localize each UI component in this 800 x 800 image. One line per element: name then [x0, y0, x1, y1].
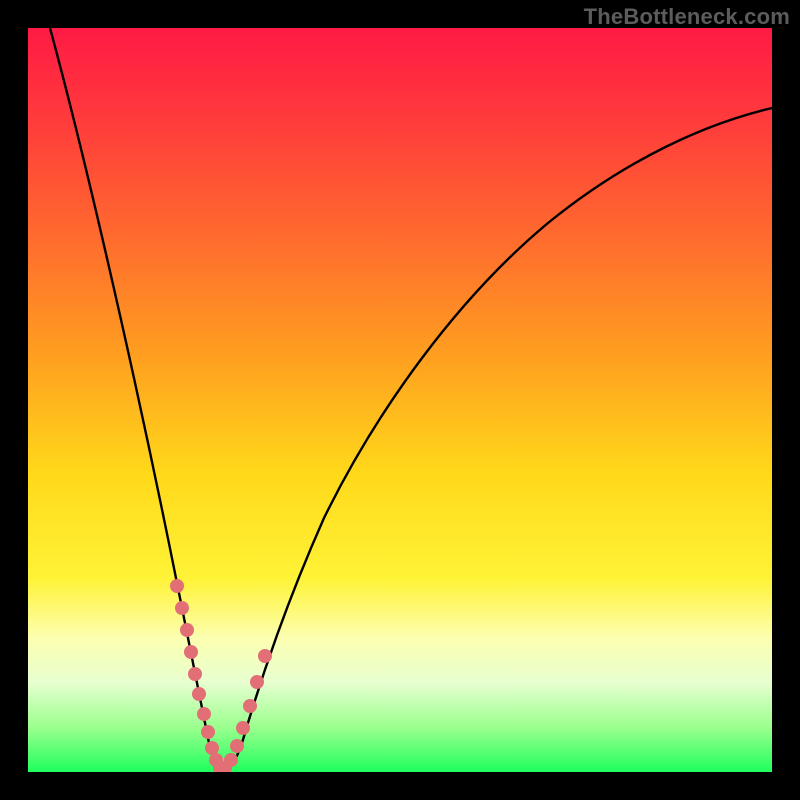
chart-plot-area	[28, 28, 772, 772]
watermark-text: TheBottleneck.com	[584, 4, 790, 30]
curve-path	[50, 28, 772, 771]
chart-frame: TheBottleneck.com	[0, 0, 800, 800]
trough-markers	[170, 579, 272, 772]
bottleneck-curve	[28, 28, 772, 772]
